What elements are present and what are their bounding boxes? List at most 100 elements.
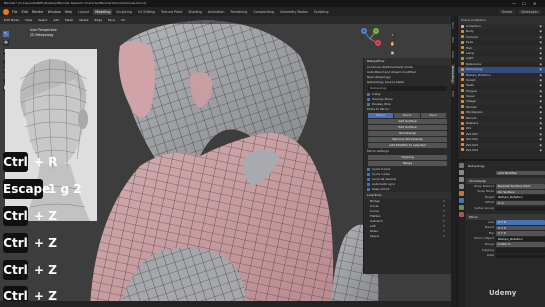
menu-render[interactable]: Render bbox=[32, 10, 44, 14]
tab-view[interactable]: View bbox=[451, 49, 455, 60]
tab-tool[interactable]: Tool bbox=[451, 35, 455, 45]
wire-label: Display Wire bbox=[372, 102, 391, 106]
snap-mode-dropdown[interactable]: On Surface bbox=[496, 189, 545, 195]
mode-bend-button[interactable]: Bend bbox=[420, 113, 446, 118]
move-tool-icon[interactable]: ✥ bbox=[2, 39, 10, 47]
checkbox-icon bbox=[367, 97, 370, 101]
menu-face[interactable]: Face bbox=[108, 18, 115, 22]
object-type-icon bbox=[461, 99, 464, 103]
properties-editor: Retopology Add Modifier Shrinkwrap Wrap … bbox=[457, 159, 545, 307]
tab-scripting[interactable]: Scripting bbox=[312, 9, 331, 15]
tab-shading[interactable]: Shading bbox=[186, 9, 203, 15]
menu-mesh[interactable]: Mesh bbox=[65, 18, 73, 22]
minimize-button[interactable]: — bbox=[512, 0, 516, 7]
select-tool-icon[interactable]: ↖ bbox=[2, 30, 10, 38]
menu-edge[interactable]: Edge bbox=[95, 18, 103, 22]
overlay-label: Overlay Show bbox=[372, 97, 393, 101]
offset-field[interactable]: 0 m bbox=[496, 200, 545, 206]
add-modifier-button[interactable]: Add Modifier to selected bbox=[368, 143, 447, 148]
tab-compositing[interactable]: Compositing bbox=[251, 9, 276, 15]
close-button[interactable]: ✕ bbox=[533, 0, 536, 7]
mode-blend-button[interactable]: Blend bbox=[394, 113, 420, 118]
tab-item[interactable]: Item bbox=[451, 20, 455, 31]
target-field[interactable]: Retopo_Rotation bbox=[496, 195, 545, 200]
add-surface-button[interactable]: Add Surface bbox=[368, 119, 447, 124]
menu-vertex[interactable]: Vertex bbox=[79, 18, 89, 22]
keep-shrink-label: Keep shrink bbox=[372, 187, 390, 191]
object-type-icon bbox=[461, 83, 464, 87]
navigation-gizmo-icon[interactable]: X Y Z bbox=[356, 25, 384, 53]
view-layer-selector[interactable]: ViewLayer bbox=[517, 9, 541, 14]
tab-modeling[interactable]: Modeling bbox=[93, 8, 113, 15]
object-type-icon bbox=[461, 67, 464, 71]
merge-button[interactable]: Merge bbox=[368, 161, 447, 166]
camera-view-icon[interactable]: ▣ bbox=[389, 49, 396, 56]
retopoflow-header[interactable]: RetopoFlow bbox=[364, 58, 451, 65]
axis-toggle[interactable]: X Y Z bbox=[496, 220, 545, 225]
modifier-tab-icon[interactable] bbox=[459, 198, 464, 203]
mode-segmented-control: Mirror Blend Bend bbox=[368, 113, 447, 118]
menu-select[interactable]: Select bbox=[38, 18, 47, 22]
blender-logo-icon[interactable] bbox=[3, 8, 9, 15]
menu-uv[interactable]: UV bbox=[121, 18, 125, 22]
outliner-row-label: Collection bbox=[466, 24, 481, 28]
output-tab-icon[interactable] bbox=[459, 177, 464, 182]
property-row: Data bbox=[466, 253, 545, 259]
tab-texture-paint[interactable]: Texture Paint bbox=[159, 9, 184, 15]
menu-window[interactable]: Window bbox=[48, 10, 61, 14]
gizmo-x-label: X bbox=[377, 41, 379, 45]
menu-edit[interactable]: Edit bbox=[22, 10, 28, 14]
mode-selector[interactable]: Edit Mode bbox=[4, 18, 19, 22]
menu-view[interactable]: View bbox=[25, 18, 32, 22]
outliner-row-label: Zsphere bbox=[466, 121, 479, 126]
scene-selector[interactable]: Scene bbox=[498, 9, 515, 14]
flip-toggle[interactable]: X Y Z bbox=[496, 231, 545, 236]
clipping-field[interactable] bbox=[496, 248, 545, 253]
tab-layout[interactable]: Layout bbox=[76, 9, 91, 15]
remove-shrinkwrap-button[interactable]: Remove Shrinkwrap bbox=[368, 137, 447, 142]
material-tab-icon[interactable] bbox=[459, 212, 464, 217]
add-modifier-dropdown[interactable]: Add Modifier bbox=[496, 170, 545, 176]
mirror-object-field[interactable]: Retopo_Rotation bbox=[496, 236, 545, 242]
object-type-icon bbox=[461, 40, 464, 44]
tab-edit[interactable]: Edit bbox=[451, 89, 455, 99]
shrinkwrap-button[interactable]: Shrinkwrap bbox=[368, 131, 447, 136]
visibility-eye-icon[interactable]: ◉ bbox=[539, 148, 542, 153]
bisect-toggle[interactable]: X Y Z bbox=[496, 225, 545, 231]
pan-hand-icon[interactable]: ✋ bbox=[389, 40, 396, 47]
gizmo-z-label: Z bbox=[363, 29, 365, 33]
merge-field[interactable]: 0.001 m bbox=[496, 242, 545, 247]
tab-rendering[interactable]: Rendering bbox=[229, 9, 250, 15]
looptools-row[interactable]: Space ↗ bbox=[364, 234, 451, 239]
object-type-icon bbox=[461, 35, 464, 39]
menu-add[interactable]: Add bbox=[53, 18, 59, 22]
tab-sculpting[interactable]: Sculpting bbox=[114, 9, 133, 15]
tab-uv-editing[interactable]: UV Editing bbox=[136, 9, 157, 15]
object-tab-icon[interactable] bbox=[459, 191, 464, 196]
outliner-list: Collection ◉ Body ◉ Camera ◉ Eyes ◉ Hair ◉ Lamp ◉ Li… bbox=[458, 24, 545, 153]
data-field[interactable] bbox=[496, 253, 545, 259]
mode-mirror-button[interactable]: Mirror bbox=[368, 113, 394, 118]
outliner-row[interactable]: Zzz.004 ◉ bbox=[458, 148, 545, 153]
edit-surface-button[interactable]: Edit Surface bbox=[368, 125, 447, 130]
tool-tab-icon[interactable] bbox=[459, 163, 464, 168]
checkbox-icon bbox=[367, 187, 370, 191]
menu-file[interactable]: File bbox=[12, 10, 18, 14]
tab-animation[interactable]: Animation bbox=[206, 9, 227, 15]
looptools-header[interactable]: LoopTools bbox=[364, 192, 451, 199]
wrap-method-dropdown[interactable]: Nearest Surface Point bbox=[496, 184, 545, 189]
zoom-icon[interactable]: ⌕ bbox=[389, 31, 396, 38]
clipping-button[interactable]: Clipping bbox=[368, 155, 447, 160]
tab-geometry-nodes[interactable]: Geometry Nodes bbox=[278, 9, 310, 15]
xray-label: X-Ray bbox=[372, 92, 381, 96]
vertex-group-field[interactable] bbox=[496, 206, 545, 212]
data-tab-icon[interactable] bbox=[459, 205, 464, 210]
tab-retopology[interactable]: Retopology bbox=[451, 63, 455, 85]
outliner-row-label: Retopology bbox=[466, 67, 483, 72]
render-tab-icon[interactable] bbox=[459, 170, 464, 175]
maximize-button[interactable]: ☐ bbox=[522, 0, 526, 7]
scene-tab-icon[interactable] bbox=[459, 184, 464, 189]
looptools-item-label: Space bbox=[370, 234, 380, 238]
menu-help[interactable]: Help bbox=[65, 10, 73, 14]
source-mesh-field[interactable]: Retopology bbox=[368, 86, 447, 91]
